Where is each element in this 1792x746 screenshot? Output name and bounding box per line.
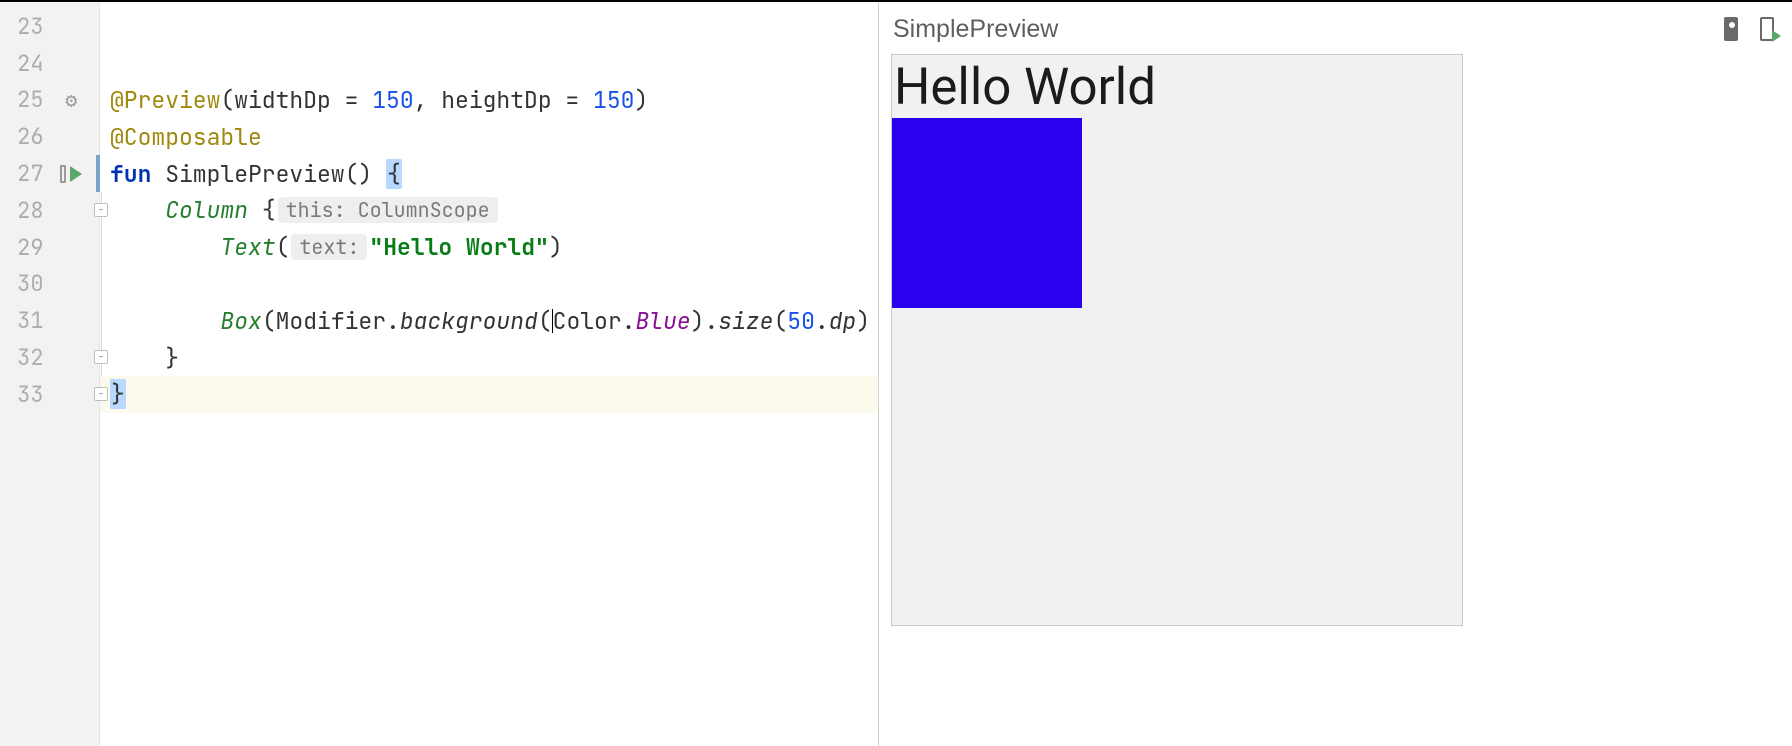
run-preview-icon[interactable] [44, 165, 99, 183]
code-line[interactable]: @Preview(widthDp = 150, heightDp = 150) [100, 82, 878, 119]
code-area[interactable]: @Preview(widthDp = 150, heightDp = 150) … [100, 2, 878, 746]
gutter-row: 25⚙ [0, 82, 99, 119]
deploy-preview-icon[interactable] [1756, 15, 1778, 43]
ide-root: 23 24 25⚙ 26 27 28 29 30 31 32 33 @Previ… [0, 0, 1792, 746]
inline-hint: this: ColumnScope [278, 197, 498, 223]
gutter-row: 31 [0, 302, 99, 339]
editor-pane: 23 24 25⚙ 26 27 28 29 30 31 32 33 @Previ… [0, 2, 878, 746]
code-line[interactable] [100, 45, 878, 82]
gutter-row: 28 [0, 192, 99, 229]
gutter-row: 29 [0, 229, 99, 266]
preview-header: SimplePreview [891, 10, 1780, 48]
gutter-row: 27 [0, 155, 99, 192]
code-line[interactable]: Box(Modifier.background(Color.Blue).size… [100, 302, 878, 339]
code-line[interactable] [100, 266, 878, 303]
annotation-preview: @Preview [110, 85, 220, 115]
fold-toggle-icon[interactable]: − [94, 387, 108, 401]
gear-icon[interactable]: ⚙ [44, 87, 99, 113]
preview-pane: SimplePreview Hello World [878, 2, 1792, 746]
preview-text-hello: Hello World [892, 55, 1462, 118]
line-number: 27 [0, 159, 44, 188]
code-line[interactable]: fun SimplePreview() { [100, 155, 878, 192]
line-number: 32 [0, 343, 44, 372]
line-number: 23 [0, 12, 44, 41]
gutter-row: 32 [0, 339, 99, 376]
gutter-row: 33 [0, 376, 99, 413]
preview-blue-box [892, 118, 1082, 308]
code-line[interactable]: − } [100, 339, 878, 376]
interactive-preview-icon[interactable] [1720, 15, 1742, 43]
line-number: 25 [0, 85, 44, 114]
inline-hint: text: [291, 234, 367, 260]
gutter-row: 26 [0, 118, 99, 155]
line-number: 31 [0, 306, 44, 335]
fold-toggle-icon[interactable]: − [94, 350, 108, 364]
code-line[interactable]: − Column { this: ColumnScope [100, 192, 878, 229]
code-line[interactable] [100, 8, 878, 45]
preview-title: SimplePreview [893, 15, 1058, 44]
line-number: 28 [0, 196, 44, 225]
code-line[interactable]: − } [100, 376, 878, 413]
line-number: 26 [0, 122, 44, 151]
gutter-row: 30 [0, 266, 99, 303]
code-line[interactable]: @Composable [100, 118, 878, 155]
line-number: 24 [0, 49, 44, 78]
preview-canvas[interactable]: Hello World [891, 54, 1463, 626]
editor-gutter[interactable]: 23 24 25⚙ 26 27 28 29 30 31 32 33 [0, 2, 100, 746]
gutter-row: 23 [0, 8, 99, 45]
fold-toggle-icon[interactable]: − [94, 203, 108, 217]
line-number: 29 [0, 233, 44, 262]
line-number: 30 [0, 269, 44, 298]
preview-actions [1720, 15, 1778, 43]
gutter-row: 24 [0, 45, 99, 82]
change-marker [96, 155, 100, 192]
code-line[interactable]: Text(text: "Hello World") [100, 229, 878, 266]
line-number: 33 [0, 380, 44, 409]
annotation-composable: @Composable [110, 122, 262, 152]
